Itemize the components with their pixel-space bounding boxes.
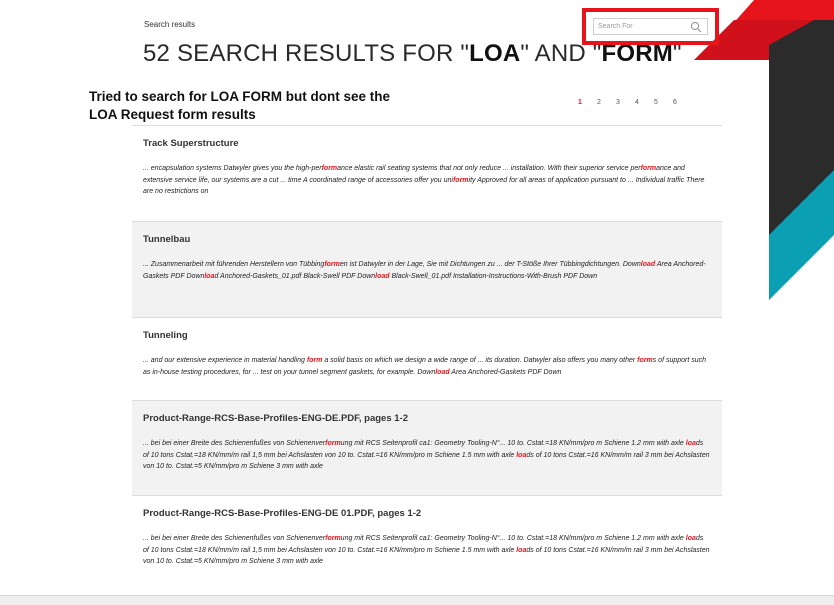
highlight-term: form — [325, 535, 341, 542]
result-snippet: ... encapsulation systems Datwyler gives… — [143, 165, 705, 195]
highlight-term: form — [321, 165, 338, 172]
results-list: Track Superstructure ... encapsulation sy… — [132, 125, 722, 591]
highlight-term: load — [640, 261, 656, 268]
highlight-term: loa — [685, 535, 696, 542]
result-title-link[interactable]: Track Superstructure — [143, 138, 711, 149]
highlight-term: form — [637, 357, 653, 364]
result-item: Tunnelbau ... Zusammenarbeit mit führende… — [132, 221, 722, 317]
highlight-term: form — [325, 440, 341, 447]
page-link-1[interactable]: 1 — [578, 99, 597, 106]
highlight-term: form — [640, 165, 657, 172]
page-link-6[interactable]: 6 — [673, 99, 692, 106]
search-icon[interactable] — [690, 21, 702, 33]
search-box[interactable] — [593, 18, 708, 35]
highlight-term: loa — [516, 546, 527, 554]
bottom-scrollbar[interactable] — [0, 595, 834, 605]
highlight-term: load — [375, 272, 390, 280]
highlight-term: form — [306, 357, 323, 364]
result-snippet: ... bei bei einer Breite des Schienenfuß… — [143, 440, 710, 470]
page-link-2[interactable]: 2 — [597, 99, 616, 106]
breadcrumb[interactable]: Search results — [144, 20, 195, 29]
page-link-3[interactable]: 3 — [616, 99, 635, 106]
search-highlight-frame — [582, 8, 719, 45]
search-term-1: LOA — [469, 40, 521, 67]
highlight-term: loa — [516, 451, 527, 459]
pagination: 123456 — [578, 99, 692, 106]
result-title-link[interactable]: Tunnelbau — [143, 234, 711, 245]
search-input[interactable] — [594, 23, 686, 30]
result-title-link[interactable]: Tunneling — [143, 330, 711, 341]
result-item: Track Superstructure ... encapsulation sy… — [132, 125, 722, 221]
page-link-5[interactable]: 5 — [654, 99, 673, 106]
result-title-link[interactable]: Product-Range-RCS-Base-Profiles-ENG-DE 0… — [143, 508, 711, 519]
highlight-term: load — [435, 368, 450, 376]
result-title-link[interactable]: Product-Range-RCS-Base-Profiles-ENG-DE.P… — [143, 413, 711, 424]
result-snippet: ... bei bei einer Breite des Schienenfuß… — [143, 535, 710, 565]
page-link-4[interactable]: 4 — [635, 99, 654, 106]
highlight-term: loa — [685, 440, 696, 447]
result-item: Tunneling ... and our extensive experienc… — [132, 317, 722, 400]
highlight-term: form — [452, 176, 469, 184]
result-snippet: ... Zusammenarbeit mit führenden Herstel… — [143, 261, 706, 280]
highlight-term: form — [324, 261, 340, 268]
annotation-note: Tried to search for LOA FORM but dont se… — [89, 89, 391, 122]
result-item: Product-Range-RCS-Base-Profiles-ENG-DE.P… — [132, 400, 722, 495]
result-item: Product-Range-RCS-Base-Profiles-ENG-DE 0… — [132, 495, 722, 591]
highlight-term: loa — [204, 272, 215, 280]
result-snippet: ... and our extensive experience in mate… — [143, 357, 707, 376]
